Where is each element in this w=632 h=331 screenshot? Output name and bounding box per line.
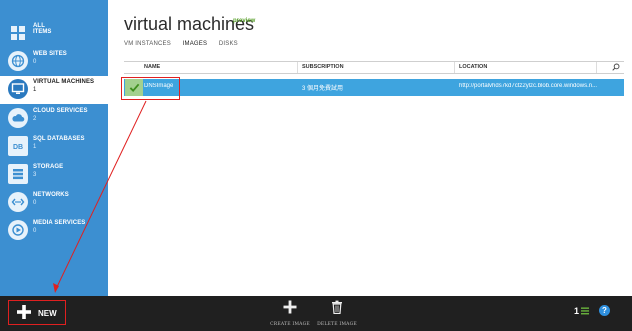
tab-images[interactable]: IMAGES xyxy=(183,41,208,47)
sidebar-item-sql-databases[interactable]: DB SQL DATABASES 1 xyxy=(0,133,108,161)
svg-text:DB: DB xyxy=(13,144,23,151)
sidebar-item-all-items[interactable]: ALL ITEMS xyxy=(0,20,108,48)
column-header-name[interactable]: NAME xyxy=(144,64,160,70)
sidebar-item-label: WEB SITES xyxy=(33,51,67,57)
sidebar: ALL ITEMS WEB SITES 0 VIRTUAL MACHINES 1… xyxy=(0,0,108,296)
sidebar-item-count: 3 xyxy=(33,172,37,178)
row-location: http://portalvhds7kd7ctz2ylzc.blob.core.… xyxy=(459,83,598,89)
network-icon xyxy=(8,192,28,212)
sidebar-item-label: SQL DATABASES xyxy=(33,136,85,142)
sidebar-item-label: VIRTUAL MACHINES xyxy=(33,79,95,85)
operation-count[interactable]: 1 xyxy=(574,306,579,316)
sidebar-item-storage[interactable]: STORAGE 3 xyxy=(0,161,108,189)
row-subscription: 3 個月免費試用 xyxy=(302,86,344,92)
sidebar-item-count: 1 xyxy=(33,144,37,150)
sidebar-item-count: 1 xyxy=(33,87,37,93)
sidebar-item-label: STORAGE xyxy=(33,164,64,170)
column-divider xyxy=(596,62,597,73)
preview-badge: preview xyxy=(233,18,256,24)
table-header: NAME SUBSCRIPTION LOCATION xyxy=(124,61,624,74)
column-header-location[interactable]: LOCATION xyxy=(459,64,487,70)
tab-bar: VM INSTANCES IMAGES DISKS xyxy=(124,41,248,47)
sidebar-item-label: CLOUD SERVICES xyxy=(33,108,88,114)
create-image-label: CREATE IMAGE xyxy=(270,322,310,327)
annotation-highlight-box xyxy=(121,77,180,100)
sidebar-item-networks[interactable]: NETWORKS 0 xyxy=(0,189,108,217)
storage-icon xyxy=(8,164,28,184)
sidebar-item-count: 0 xyxy=(33,228,37,234)
plus-icon xyxy=(17,305,31,319)
sidebar-item-count: 0 xyxy=(33,59,37,65)
column-divider xyxy=(454,62,455,73)
database-icon: DB xyxy=(8,136,28,156)
media-icon xyxy=(8,220,28,240)
delete-image-label: DELETE IMAGE xyxy=(317,322,357,327)
sidebar-item-media-services[interactable]: MEDIA SERVICES 0 xyxy=(0,217,108,245)
column-header-subscription[interactable]: SUBSCRIPTION xyxy=(302,64,344,70)
column-divider xyxy=(297,62,298,73)
create-image-button[interactable]: CREATE IMAGE xyxy=(270,300,310,327)
cloud-icon xyxy=(8,108,28,128)
sidebar-item-label: NETWORKS xyxy=(33,192,69,198)
new-button-label: NEW xyxy=(38,309,57,318)
trash-icon xyxy=(332,300,342,315)
sidebar-item-virtual-machines[interactable]: VIRTUAL MACHINES 1 xyxy=(0,76,108,104)
grid-icon xyxy=(8,23,28,43)
plus-icon xyxy=(283,300,297,314)
table-row[interactable]: DNSImage 3 個月免費試用 http://portalvhds7kd7c… xyxy=(124,79,624,96)
tab-vm-instances[interactable]: VM INSTANCES xyxy=(124,41,171,47)
tab-disks[interactable]: DISKS xyxy=(219,41,238,47)
delete-image-button[interactable]: DELETE IMAGE xyxy=(317,300,357,327)
sidebar-item-label: MEDIA SERVICES xyxy=(33,220,86,226)
sidebar-item-label-2: ITEMS xyxy=(33,29,52,35)
globe-icon xyxy=(8,51,28,71)
sidebar-item-cloud-services[interactable]: CLOUD SERVICES 2 xyxy=(0,105,108,133)
main-content: virtual machines preview VM INSTANCES IM… xyxy=(108,0,632,296)
sidebar-item-count: 0 xyxy=(33,200,37,206)
monitor-icon xyxy=(8,79,28,99)
command-bar xyxy=(0,296,632,331)
new-button[interactable]: NEW xyxy=(8,300,66,325)
search-icon[interactable] xyxy=(612,63,620,71)
sidebar-item-count: 2 xyxy=(33,116,37,122)
help-icon[interactable]: ? xyxy=(599,305,610,316)
images-table: NAME SUBSCRIPTION LOCATION DNSImage 3 個月… xyxy=(124,61,624,96)
progress-list-icon[interactable] xyxy=(581,307,589,315)
sidebar-item-web-sites[interactable]: WEB SITES 0 xyxy=(0,48,108,76)
